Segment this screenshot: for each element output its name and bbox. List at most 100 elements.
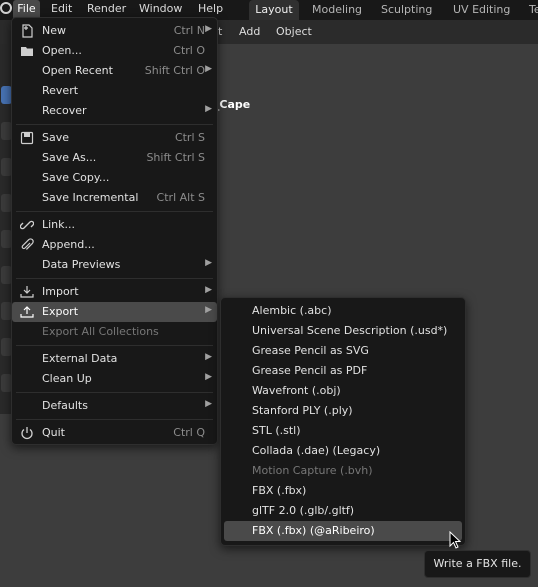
- file-menu: New Ctrl N ▶ Open... Ctrl O Open Recent …: [11, 17, 218, 445]
- export-usd-label: Universal Scene Description (.usd*): [252, 324, 448, 337]
- viewport-menu-select[interactable]: t: [218, 24, 222, 40]
- file-menu-append[interactable]: Append...: [12, 235, 217, 255]
- file-menu-save-copy[interactable]: Save Copy...: [12, 168, 217, 188]
- submenu-arrow-icon: ▶: [205, 372, 212, 382]
- tab-sculpting[interactable]: Sculpting: [381, 0, 432, 20]
- file-menu-data-previews-label: Data Previews: [42, 258, 121, 271]
- file-menu-open-recent[interactable]: Open Recent Shift Ctrl O ▶: [12, 61, 217, 81]
- export-stanford-ply[interactable]: Stanford PLY (.ply): [224, 401, 462, 421]
- submenu-arrow-icon: ▶: [205, 352, 212, 362]
- export-fbx-aribeiro-label: FBX (.fbx) (@aRibeiro): [252, 524, 375, 537]
- file-menu-external-data-label: External Data: [42, 352, 118, 365]
- file-menu-save-incremental-label: Save Incremental: [42, 191, 139, 204]
- tab-texture[interactable]: Te: [529, 0, 538, 20]
- export-icon: [20, 305, 34, 319]
- file-menu-quit-label: Quit: [42, 426, 65, 439]
- file-menu-save-copy-label: Save Copy...: [42, 171, 110, 184]
- folder-icon: [20, 44, 34, 58]
- new-file-icon: [20, 24, 34, 38]
- file-menu-defaults-label: Defaults: [42, 399, 88, 412]
- file-menu-save-as[interactable]: Save As... Shift Ctrl S: [12, 148, 217, 168]
- file-menu-save[interactable]: Save Ctrl S: [12, 128, 217, 148]
- paperclip-icon: [20, 238, 34, 252]
- file-menu-revert-label: Revert: [42, 84, 79, 97]
- file-menu-export[interactable]: Export ▶: [12, 302, 217, 322]
- file-menu-external-data[interactable]: External Data ▶: [12, 349, 217, 369]
- export-fbx-label: FBX (.fbx): [252, 484, 307, 497]
- file-menu-append-label: Append...: [42, 238, 95, 251]
- export-collada[interactable]: Collada (.dae) (Legacy): [224, 441, 462, 461]
- file-menu-data-previews[interactable]: Data Previews ▶: [12, 255, 217, 275]
- file-menu-recover-label: Recover: [42, 104, 87, 117]
- file-menu-open-recent-label: Open Recent: [42, 64, 113, 77]
- file-menu-quit[interactable]: Quit Ctrl Q: [12, 423, 217, 443]
- export-stl[interactable]: STL (.stl): [224, 421, 462, 441]
- viewport-menu-object[interactable]: Object: [276, 24, 312, 40]
- file-menu-link[interactable]: Link...: [12, 215, 217, 235]
- export-fbx[interactable]: FBX (.fbx): [224, 481, 462, 501]
- file-menu-open-label: Open...: [42, 44, 82, 57]
- submenu-arrow-icon: ▶: [205, 24, 212, 34]
- export-grease-pencil-pdf[interactable]: Grease Pencil as PDF: [224, 361, 462, 381]
- tooltip: Write a FBX file.: [424, 550, 531, 578]
- file-menu-save-incremental-shortcut: Ctrl Alt S: [156, 191, 205, 204]
- export-stl-label: STL (.stl): [252, 424, 301, 437]
- export-wavefront-obj[interactable]: Wavefront (.obj): [224, 381, 462, 401]
- file-menu-recover[interactable]: Recover ▶: [12, 101, 217, 121]
- import-icon: [20, 285, 34, 299]
- tab-uv-editing[interactable]: UV Editing: [453, 0, 510, 20]
- file-menu-revert[interactable]: Revert: [12, 81, 217, 101]
- file-menu-open-shortcut: Ctrl O: [173, 44, 205, 57]
- mouse-cursor-icon: [449, 530, 463, 549]
- export-collada-label: Collada (.dae) (Legacy): [252, 444, 381, 457]
- file-menu-clean-up-label: Clean Up: [42, 372, 92, 385]
- file-menu-quit-shortcut: Ctrl Q: [173, 426, 205, 439]
- file-menu-import-label: Import: [42, 285, 79, 298]
- file-menu-new-shortcut: Ctrl N: [173, 24, 205, 37]
- export-motion-capture: Motion Capture (.bvh): [224, 461, 462, 481]
- submenu-arrow-icon: ▶: [205, 258, 212, 268]
- file-menu-defaults[interactable]: Defaults ▶: [12, 396, 217, 416]
- submenu-arrow-icon: ▶: [205, 285, 212, 295]
- file-menu-export-all-collections-label: Export All Collections: [42, 325, 159, 338]
- file-menu-export-label: Export: [42, 305, 79, 318]
- file-menu-save-incremental[interactable]: Save Incremental Ctrl Alt S: [12, 188, 217, 208]
- file-menu-save-shortcut: Ctrl S: [174, 131, 205, 144]
- export-gltf[interactable]: glTF 2.0 (.glb/.gltf): [224, 501, 462, 521]
- power-icon: [20, 426, 34, 440]
- submenu-arrow-icon: ▶: [205, 64, 212, 74]
- menu-separator: [16, 419, 213, 420]
- export-usd[interactable]: Universal Scene Description (.usd*): [224, 321, 462, 341]
- export-motion-capture-label: Motion Capture (.bvh): [252, 464, 373, 477]
- menu-separator: [16, 345, 213, 346]
- file-menu-open[interactable]: Open... Ctrl O: [12, 41, 217, 61]
- viewport-menu-add[interactable]: Add: [239, 24, 260, 40]
- save-icon: [20, 131, 34, 145]
- file-menu-open-recent-shortcut: Shift Ctrl O: [144, 64, 205, 77]
- file-menu-new-label: New: [42, 24, 66, 37]
- submenu-arrow-icon: ▶: [205, 104, 212, 114]
- export-fbx-aribeiro[interactable]: FBX (.fbx) (@aRibeiro): [224, 521, 462, 541]
- export-alembic-label: Alembic (.abc): [252, 304, 332, 317]
- menu-separator: [16, 278, 213, 279]
- link-icon: [19, 218, 35, 232]
- tab-layout[interactable]: Layout: [249, 0, 299, 20]
- blender-logo-icon[interactable]: [0, 2, 12, 14]
- menu-separator: [16, 392, 213, 393]
- export-grease-pencil-svg[interactable]: Grease Pencil as SVG: [224, 341, 462, 361]
- file-menu-new[interactable]: New Ctrl N ▶: [12, 21, 217, 41]
- export-alembic[interactable]: Alembic (.abc): [224, 301, 462, 321]
- file-menu-save-label: Save: [42, 131, 70, 144]
- file-menu-link-label: Link...: [42, 218, 76, 231]
- tab-modeling[interactable]: Modeling: [312, 0, 362, 20]
- menu-separator: [16, 124, 213, 125]
- export-grease-pencil-pdf-label: Grease Pencil as PDF: [252, 364, 368, 377]
- export-grease-pencil-svg-label: Grease Pencil as SVG: [252, 344, 369, 357]
- export-gltf-label: glTF 2.0 (.glb/.gltf): [252, 504, 355, 517]
- export-wavefront-obj-label: Wavefront (.obj): [252, 384, 341, 397]
- file-menu-export-all-collections: Export All Collections: [12, 322, 217, 342]
- file-menu-import[interactable]: Import ▶: [12, 282, 217, 302]
- file-menu-save-as-label: Save As...: [42, 151, 97, 164]
- file-menu-clean-up[interactable]: Clean Up ▶: [12, 369, 217, 389]
- export-stanford-ply-label: Stanford PLY (.ply): [252, 404, 353, 417]
